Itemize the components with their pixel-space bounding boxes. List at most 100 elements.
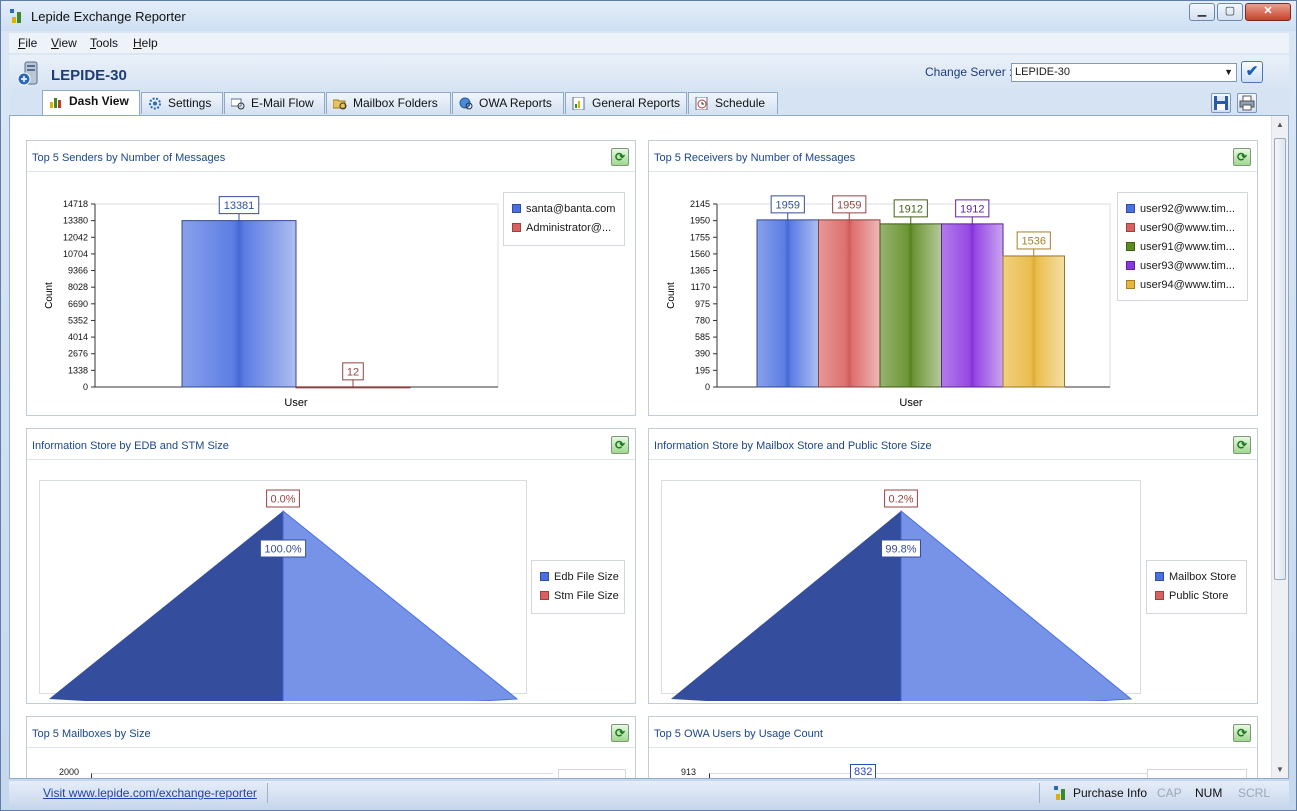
- y-tick-label: 975: [695, 299, 710, 309]
- pie-slice-label: 0.2%: [888, 494, 913, 506]
- legend-item: user93@www.tim...: [1126, 260, 1235, 274]
- legend-item: user94@www.tim...: [1126, 279, 1235, 293]
- caps-lock-indicator: CAP: [1157, 786, 1182, 800]
- y-tick-label: 12042: [63, 232, 88, 242]
- app-logo-icon: [10, 9, 21, 23]
- bar: [295, 386, 411, 389]
- panel-header: Top 5 Senders by Number of Messages ⟳: [27, 141, 635, 172]
- tab-mailbox-folders[interactable]: Mailbox Folders: [326, 92, 451, 114]
- panel-header: Information Store by Mailbox Store and P…: [649, 429, 1257, 460]
- vertical-scrollbar[interactable]: ▲ ▼: [1271, 116, 1288, 778]
- close-button[interactable]: ✕: [1245, 3, 1291, 21]
- refresh-button[interactable]: ⟳: [1233, 148, 1251, 166]
- minimize-button[interactable]: ▁: [1189, 3, 1215, 21]
- bar-data-label: 1536: [1022, 235, 1046, 247]
- change-server-select[interactable]: LEPIDE-30 ▼: [1011, 63, 1237, 82]
- bar-data-label: 12: [347, 366, 359, 378]
- status-divider: [1039, 783, 1040, 803]
- tab-settings[interactable]: Settings: [141, 92, 223, 114]
- tab-email-flow[interactable]: E-Mail Flow: [224, 92, 325, 114]
- refresh-icon: ⟳: [614, 726, 626, 740]
- server-header: LEPIDE-30 Change Server : LEPIDE-30 ▼ ✔: [9, 55, 1289, 91]
- bar-data-label: 1912: [960, 203, 984, 215]
- y-tick-label: 1755: [690, 232, 710, 242]
- y-tick-label: 14718: [63, 199, 88, 209]
- refresh-button[interactable]: ⟳: [611, 148, 629, 166]
- bar-data-label: 13381: [224, 200, 255, 212]
- menu-help[interactable]: Help: [133, 36, 158, 50]
- floppy-disk-icon: [1214, 96, 1228, 110]
- tab-dash-view[interactable]: Dash View: [42, 90, 140, 115]
- clock-icon: [695, 97, 708, 110]
- y-tick-label: 1950: [690, 216, 710, 226]
- legend-item: Administrator@...: [512, 222, 611, 236]
- chart-legend: santa@banta.com Administrator@...: [503, 192, 625, 246]
- globe-search-icon: [459, 97, 473, 110]
- legend-swatch: [512, 204, 521, 213]
- visit-website-link[interactable]: Visit www.lepide.com/exchange-reporter: [43, 786, 257, 800]
- x-axis-label: User: [899, 397, 923, 409]
- purchase-info-link[interactable]: Purchase Info: [1073, 786, 1147, 800]
- tab-bar: Dash View Settings E-Mail Flow Mailbox F…: [9, 90, 1289, 115]
- tab-owa-reports[interactable]: OWA Reports: [452, 92, 564, 114]
- legend-swatch: [512, 223, 521, 232]
- panel-header: Top 5 Mailboxes by Size ⟳: [27, 717, 635, 748]
- refresh-button[interactable]: ⟳: [1233, 724, 1251, 742]
- edb-stm-pie-chart: 0.0% 100.0%: [49, 489, 519, 701]
- panel-title: Top 5 Receivers by Number of Messages: [654, 152, 856, 164]
- plot-area: [91, 773, 553, 778]
- status-divider: [267, 783, 268, 803]
- server-name: LEPIDE-30: [51, 67, 127, 84]
- y-tick-label: 0: [83, 382, 88, 392]
- tab-schedule[interactable]: Schedule: [688, 92, 778, 114]
- save-button[interactable]: [1211, 93, 1231, 113]
- menu-tools[interactable]: Tools: [90, 36, 118, 50]
- window-title: Lepide Exchange Reporter: [31, 9, 186, 24]
- y-tick-label: 780: [695, 315, 710, 325]
- panel-title: Top 5 Mailboxes by Size: [32, 728, 151, 740]
- folder-search-icon: [333, 99, 347, 110]
- legend-swatch: [1126, 280, 1135, 289]
- bar: [181, 220, 297, 388]
- menu-view[interactable]: View: [51, 36, 77, 50]
- mailbox-store-panel: Information Store by Mailbox Store and P…: [648, 428, 1258, 704]
- refresh-button[interactable]: ⟳: [1233, 436, 1251, 454]
- scrollbar-thumb[interactable]: [1274, 138, 1286, 580]
- maximize-button[interactable]: ▢: [1217, 3, 1243, 21]
- tab-general-reports[interactable]: General Reports: [565, 92, 687, 114]
- bar: [941, 223, 1004, 388]
- y-tick-label: 6690: [68, 299, 88, 309]
- apply-server-button[interactable]: ✔: [1241, 61, 1263, 83]
- y-tick-label: 2676: [68, 349, 88, 359]
- pie-slice-label: 100.0%: [264, 544, 302, 556]
- legend-item: Edb File Size: [540, 571, 619, 585]
- chevron-down-icon: ▼: [1224, 67, 1233, 77]
- print-button[interactable]: [1237, 93, 1257, 113]
- scroll-down-arrow-icon[interactable]: ▼: [1276, 765, 1284, 774]
- mail-search-icon: [231, 98, 245, 110]
- printer-icon: [1239, 95, 1255, 111]
- legend-swatch: [1155, 591, 1164, 600]
- pie-slice: [49, 511, 283, 701]
- y-tick-label: 1560: [690, 249, 710, 259]
- owa-users-panel: Top 5 OWA Users by Usage Count ⟳ 913 832: [648, 716, 1258, 778]
- y-tick-label: 585: [695, 332, 710, 342]
- scroll-lock-indicator: SCRL: [1238, 786, 1271, 800]
- scroll-up-arrow-icon[interactable]: ▲: [1276, 120, 1284, 129]
- bar: [818, 219, 881, 388]
- legend-swatch: [540, 572, 549, 581]
- y-tick-label: 4014: [68, 332, 88, 342]
- panel-header: Top 5 OWA Users by Usage Count ⟳: [649, 717, 1257, 748]
- legend-swatch: [540, 591, 549, 600]
- legend-item: user92@www.tim...: [1126, 203, 1235, 217]
- bar: [1002, 255, 1065, 388]
- receivers-bar-chart: 2145195017551560136511709757805853901950…: [666, 195, 1111, 409]
- refresh-button[interactable]: ⟳: [611, 724, 629, 742]
- y-tick-label: 1170: [691, 282, 710, 292]
- pie-slice: [282, 509, 519, 701]
- refresh-button[interactable]: ⟳: [611, 436, 629, 454]
- refresh-icon: ⟳: [1236, 726, 1248, 740]
- menu-file[interactable]: File: [18, 36, 37, 50]
- plot-area: [709, 773, 1149, 778]
- y-axis-label: Count: [44, 282, 55, 309]
